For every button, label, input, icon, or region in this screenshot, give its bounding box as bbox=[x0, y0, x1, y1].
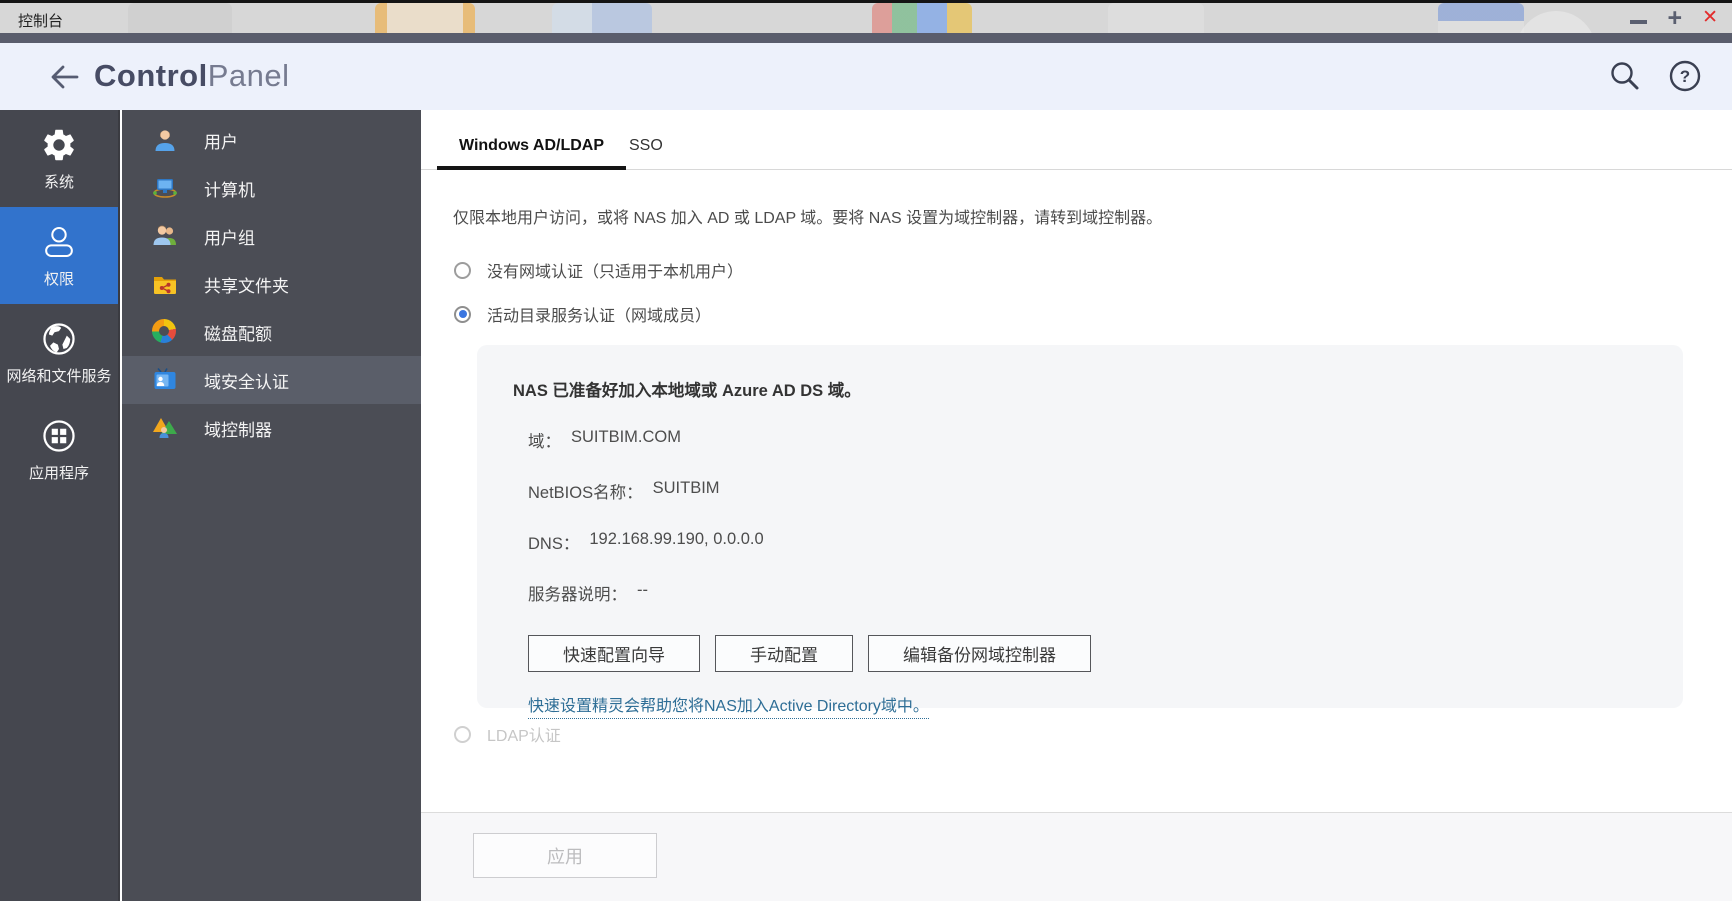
menu-item-domain-controller[interactable]: 域控制器 bbox=[122, 404, 421, 452]
svg-text:?: ? bbox=[1680, 67, 1690, 86]
field-domain-value: SUITBIM.COM bbox=[571, 428, 681, 446]
tab-windows-ad-ldap[interactable]: Windows AD/LDAP bbox=[437, 126, 627, 170]
radio-active-directory-auth[interactable]: 活动目录服务认证（网域成员） bbox=[454, 302, 711, 326]
help-icon[interactable]: ? bbox=[1668, 59, 1702, 93]
field-server-description-value: -- bbox=[637, 581, 648, 599]
domain-security-icon bbox=[152, 367, 178, 393]
field-dns-value: 192.168.99.190, 0.0.0.0 bbox=[589, 530, 764, 548]
close-button[interactable]: ✕ bbox=[1702, 8, 1718, 28]
sidebar-item-network-services[interactable]: 网络和文件服务 bbox=[0, 304, 118, 401]
quick-config-wizard-button[interactable]: 快速配置向导 bbox=[528, 635, 700, 672]
user-icon bbox=[152, 127, 178, 153]
menu-item-quota[interactable]: 磁盘配额 bbox=[122, 308, 421, 356]
maximize-button[interactable]: + bbox=[1667, 6, 1682, 31]
faded-clock-app-icon bbox=[1516, 11, 1596, 33]
faded-pencil-app-icon bbox=[1108, 3, 1204, 33]
radio-ldap-auth[interactable]: LDAP认证 bbox=[454, 722, 561, 746]
minimize-button[interactable] bbox=[1630, 20, 1648, 24]
window-title: 控制台 bbox=[18, 13, 64, 30]
sidebar-item-privilege[interactable]: 权限 bbox=[0, 207, 118, 304]
radio-icon[interactable] bbox=[454, 261, 471, 279]
faded-storage-app-icon bbox=[552, 3, 652, 33]
gear-icon bbox=[44, 129, 74, 161]
domain-controller-icon bbox=[152, 415, 178, 441]
menu-item-computers[interactable]: 计算机 bbox=[122, 164, 421, 212]
ad-info-panel: NAS 已准备好加入本地域或 Azure AD DS 域。 域： SUITBIM… bbox=[477, 345, 1683, 719]
field-domain: 域： SUITBIM.COM bbox=[528, 428, 681, 451]
category-sidebar: 系统 权限 网络和文件服务 应用程序 bbox=[0, 110, 120, 901]
field-dns: DNS： 192.168.99.190, 0.0.0.0 bbox=[528, 530, 764, 553]
edit-backup-dc-button[interactable]: 编辑备份网域控制器 bbox=[868, 635, 1091, 672]
tab-bar: Windows AD/LDAP SSO bbox=[421, 126, 1732, 170]
faded-gear-app-icon bbox=[128, 3, 232, 33]
menu-item-user-groups[interactable]: 用户组 bbox=[122, 212, 421, 260]
shared-folder-icon bbox=[152, 271, 178, 297]
window-frame-strip bbox=[0, 33, 1732, 43]
page-title: ControlPanel bbox=[94, 58, 290, 93]
main-content: Windows AD/LDAP SSO 仅限本地用户访问，或将 NAS 加入 A… bbox=[421, 110, 1732, 901]
page-description: 仅限本地用户访问，或将 NAS 加入 AD 或 LDAP 域。要将 NAS 设置… bbox=[453, 210, 1163, 227]
field-netbios-value: SUITBIM bbox=[652, 479, 720, 497]
desktop-titlebar: 控制台 + ✕ bbox=[0, 0, 1732, 33]
radio-checked-icon[interactable] bbox=[454, 305, 471, 323]
quota-donut-icon bbox=[152, 319, 178, 345]
faded-hdmi-app-icon bbox=[1438, 3, 1524, 33]
search-icon[interactable] bbox=[1608, 59, 1642, 93]
menu-item-domain-security[interactable]: 域安全认证 bbox=[122, 356, 421, 404]
tab-sso[interactable]: SSO bbox=[607, 126, 685, 170]
app-header: ControlPanel ? bbox=[0, 43, 1732, 110]
manual-config-button[interactable]: 手动配置 bbox=[715, 635, 853, 672]
menu-item-shared-folders[interactable]: 共享文件夹 bbox=[122, 260, 421, 308]
ad-status-text: NAS 已准备好加入本地域或 Azure AD DS 域。 bbox=[513, 382, 861, 400]
user-outline-icon bbox=[45, 227, 73, 257]
menu-sidebar: 用户 计算机 用户组 共享文件夹 磁盘配额 域安全认证 域控制器 bbox=[122, 110, 421, 901]
radio-no-domain-auth[interactable]: 没有网域认证（只适用于本机用户） bbox=[454, 258, 743, 282]
faded-grid-app-icon bbox=[872, 3, 972, 33]
globe-icon bbox=[43, 323, 75, 355]
back-arrow-icon[interactable] bbox=[48, 61, 80, 93]
sidebar-item-applications[interactable]: 应用程序 bbox=[0, 401, 118, 498]
field-netbios: NetBIOS名称： SUITBIM bbox=[528, 479, 720, 502]
quick-setup-hint-link[interactable]: 快速设置精灵会帮助您将NAS加入Active Directory域中。 bbox=[528, 692, 929, 719]
user-group-icon bbox=[152, 223, 178, 249]
apps-circle-icon bbox=[43, 420, 75, 452]
apply-button[interactable]: 应用 bbox=[473, 833, 657, 878]
field-server-description: 服务器说明： -- bbox=[528, 581, 648, 604]
radio-disabled-icon bbox=[454, 725, 471, 743]
footer-bar: 应用 bbox=[421, 812, 1732, 901]
computer-icon bbox=[152, 175, 178, 201]
menu-item-users[interactable]: 用户 bbox=[122, 116, 421, 164]
sidebar-item-system[interactable]: 系统 bbox=[0, 110, 118, 207]
faded-folder-app-icon bbox=[375, 3, 475, 33]
